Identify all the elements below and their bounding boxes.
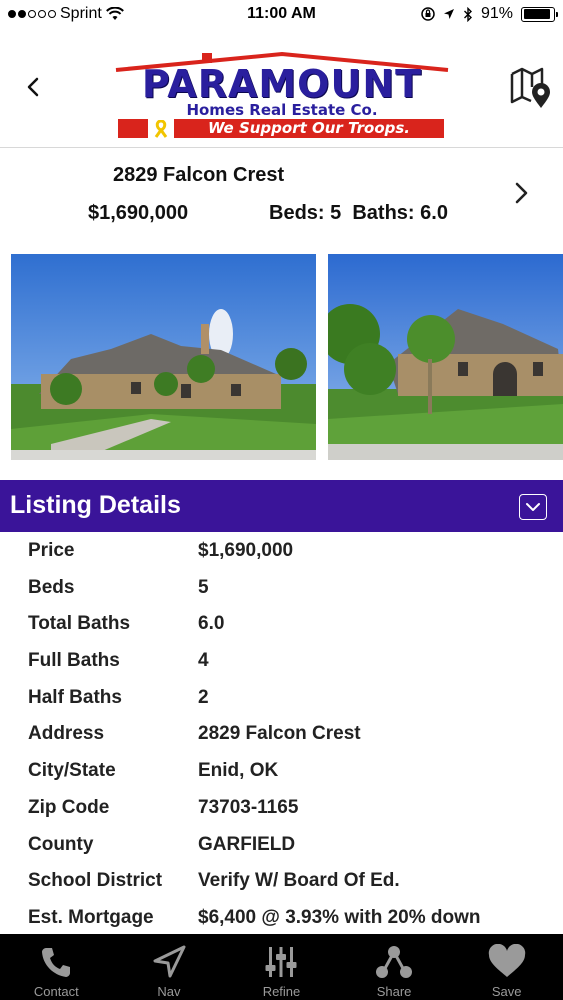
next-listing-button[interactable] bbox=[511, 178, 533, 208]
bottom-tab-bar: Contact Nav Refine Share Save bbox=[0, 934, 563, 1000]
detail-value: 73703-1165 bbox=[198, 796, 299, 818]
logo-name: PARAMOUNT bbox=[141, 62, 423, 106]
summary-beds-baths: Beds: 5 Baths: 6.0 bbox=[269, 202, 448, 224]
detail-label: Total Baths bbox=[28, 613, 131, 635]
sliders-icon bbox=[261, 942, 301, 982]
summary-price: $1,690,000 bbox=[88, 202, 189, 224]
company-logo: PARAMOUNT Homes Real Estate Co. We Suppo… bbox=[112, 50, 452, 142]
detail-value: $6,400 @ 3.93% with 20% down bbox=[198, 906, 481, 928]
listing-details-list: Price $1,690,000 Beds 5 Total Baths 6.0 … bbox=[0, 533, 563, 937]
tab-label: Save bbox=[491, 984, 522, 999]
tab-nav[interactable]: Nav bbox=[113, 934, 226, 1000]
header: PARAMOUNT Homes Real Estate Co. We Suppo… bbox=[0, 30, 563, 148]
detail-row-address: Address 2829 Falcon Crest bbox=[0, 716, 563, 753]
detail-row-half-baths: Half Baths 2 bbox=[0, 680, 563, 717]
location-arrow-icon bbox=[443, 9, 454, 19]
detail-row-total-baths: Total Baths 6.0 bbox=[0, 606, 563, 643]
tab-share[interactable]: Share bbox=[338, 934, 451, 1000]
detail-label: Address bbox=[28, 723, 105, 745]
detail-label: Price bbox=[28, 540, 75, 561]
detail-label: School District bbox=[28, 870, 163, 892]
status-right: 91% bbox=[421, 5, 558, 23]
battery-level-fill bbox=[523, 9, 550, 19]
detail-row-county: County GARFIELD bbox=[0, 827, 563, 864]
tab-label: Contact bbox=[33, 984, 79, 999]
map-button[interactable] bbox=[509, 64, 553, 110]
listing-summary: 2829 Falcon Crest $1,690,000 Beds: 5 Bat… bbox=[0, 148, 563, 240]
navigation-arrow-icon bbox=[149, 942, 189, 982]
detail-label: Beds bbox=[28, 576, 75, 598]
house-photo-front[interactable] bbox=[11, 254, 316, 460]
logo-tagline: Homes Real Estate Co. bbox=[186, 101, 378, 119]
detail-value: Enid, OK bbox=[198, 760, 279, 782]
detail-label: City/State bbox=[28, 760, 116, 782]
detail-label: Full Baths bbox=[28, 650, 120, 672]
battery-icon bbox=[521, 6, 558, 22]
detail-label: County bbox=[28, 833, 94, 855]
tab-label: Share bbox=[376, 984, 412, 999]
map-pin-icon bbox=[510, 67, 550, 108]
orientation-lock-icon bbox=[421, 7, 435, 21]
tab-label: Nav bbox=[157, 984, 181, 999]
listing-details-header[interactable]: Listing Details bbox=[0, 480, 563, 532]
logo-slogan-strip: We Support Our Troops. bbox=[118, 119, 444, 138]
heart-icon bbox=[487, 942, 527, 982]
detail-label: Est. Mortgage bbox=[28, 906, 154, 928]
share-icon bbox=[374, 942, 414, 982]
status-bar: Sprint 11:00 AM 91% bbox=[0, 0, 563, 30]
detail-value: Verify W/ Board Of Ed. bbox=[198, 870, 400, 892]
detail-label: Half Baths bbox=[28, 686, 122, 708]
detail-row-full-baths: Full Baths 4 bbox=[0, 643, 563, 680]
bluetooth-icon bbox=[463, 6, 472, 22]
house-photo-side[interactable] bbox=[328, 254, 563, 460]
tab-save[interactable]: Save bbox=[450, 934, 563, 1000]
detail-row-price: Price $1,690,000 bbox=[0, 533, 563, 570]
listing-details-title: Listing Details bbox=[10, 491, 181, 519]
detail-value: 4 bbox=[198, 650, 209, 672]
detail-row-zip-code: Zip Code 73703-1165 bbox=[0, 790, 563, 827]
chevron-right-icon bbox=[515, 182, 528, 204]
tab-contact[interactable]: Contact bbox=[0, 934, 113, 1000]
detail-row-est-mortgage: Est. Mortgage $6,400 @ 3.93% with 20% do… bbox=[0, 900, 563, 937]
tab-refine[interactable]: Refine bbox=[225, 934, 338, 1000]
collapse-toggle-button[interactable] bbox=[519, 494, 547, 520]
phone-icon bbox=[36, 942, 76, 982]
battery-percent: 91% bbox=[480, 5, 513, 22]
detail-label: Zip Code bbox=[28, 796, 110, 818]
detail-value: 2 bbox=[198, 686, 209, 708]
detail-value: 2829 Falcon Crest bbox=[198, 723, 361, 745]
detail-value: 5 bbox=[198, 576, 209, 598]
back-button[interactable] bbox=[20, 72, 46, 102]
detail-value: $1,690,000 bbox=[198, 540, 294, 561]
photo-gallery bbox=[0, 254, 563, 460]
detail-row-beds: Beds 5 bbox=[0, 570, 563, 607]
detail-value: GARFIELD bbox=[198, 833, 296, 855]
chevron-left-icon bbox=[27, 77, 39, 97]
detail-row-city-state: City/State Enid, OK bbox=[0, 753, 563, 790]
chevron-down-icon bbox=[526, 503, 540, 511]
detail-row-school-district: School District Verify W/ Board Of Ed. bbox=[0, 863, 563, 900]
logo-slogan: We Support Our Troops. bbox=[174, 119, 444, 138]
summary-address: 2829 Falcon Crest bbox=[113, 164, 285, 186]
detail-value: 6.0 bbox=[198, 613, 225, 635]
yellow-ribbon-icon bbox=[148, 119, 174, 138]
tab-label: Refine bbox=[262, 984, 301, 999]
